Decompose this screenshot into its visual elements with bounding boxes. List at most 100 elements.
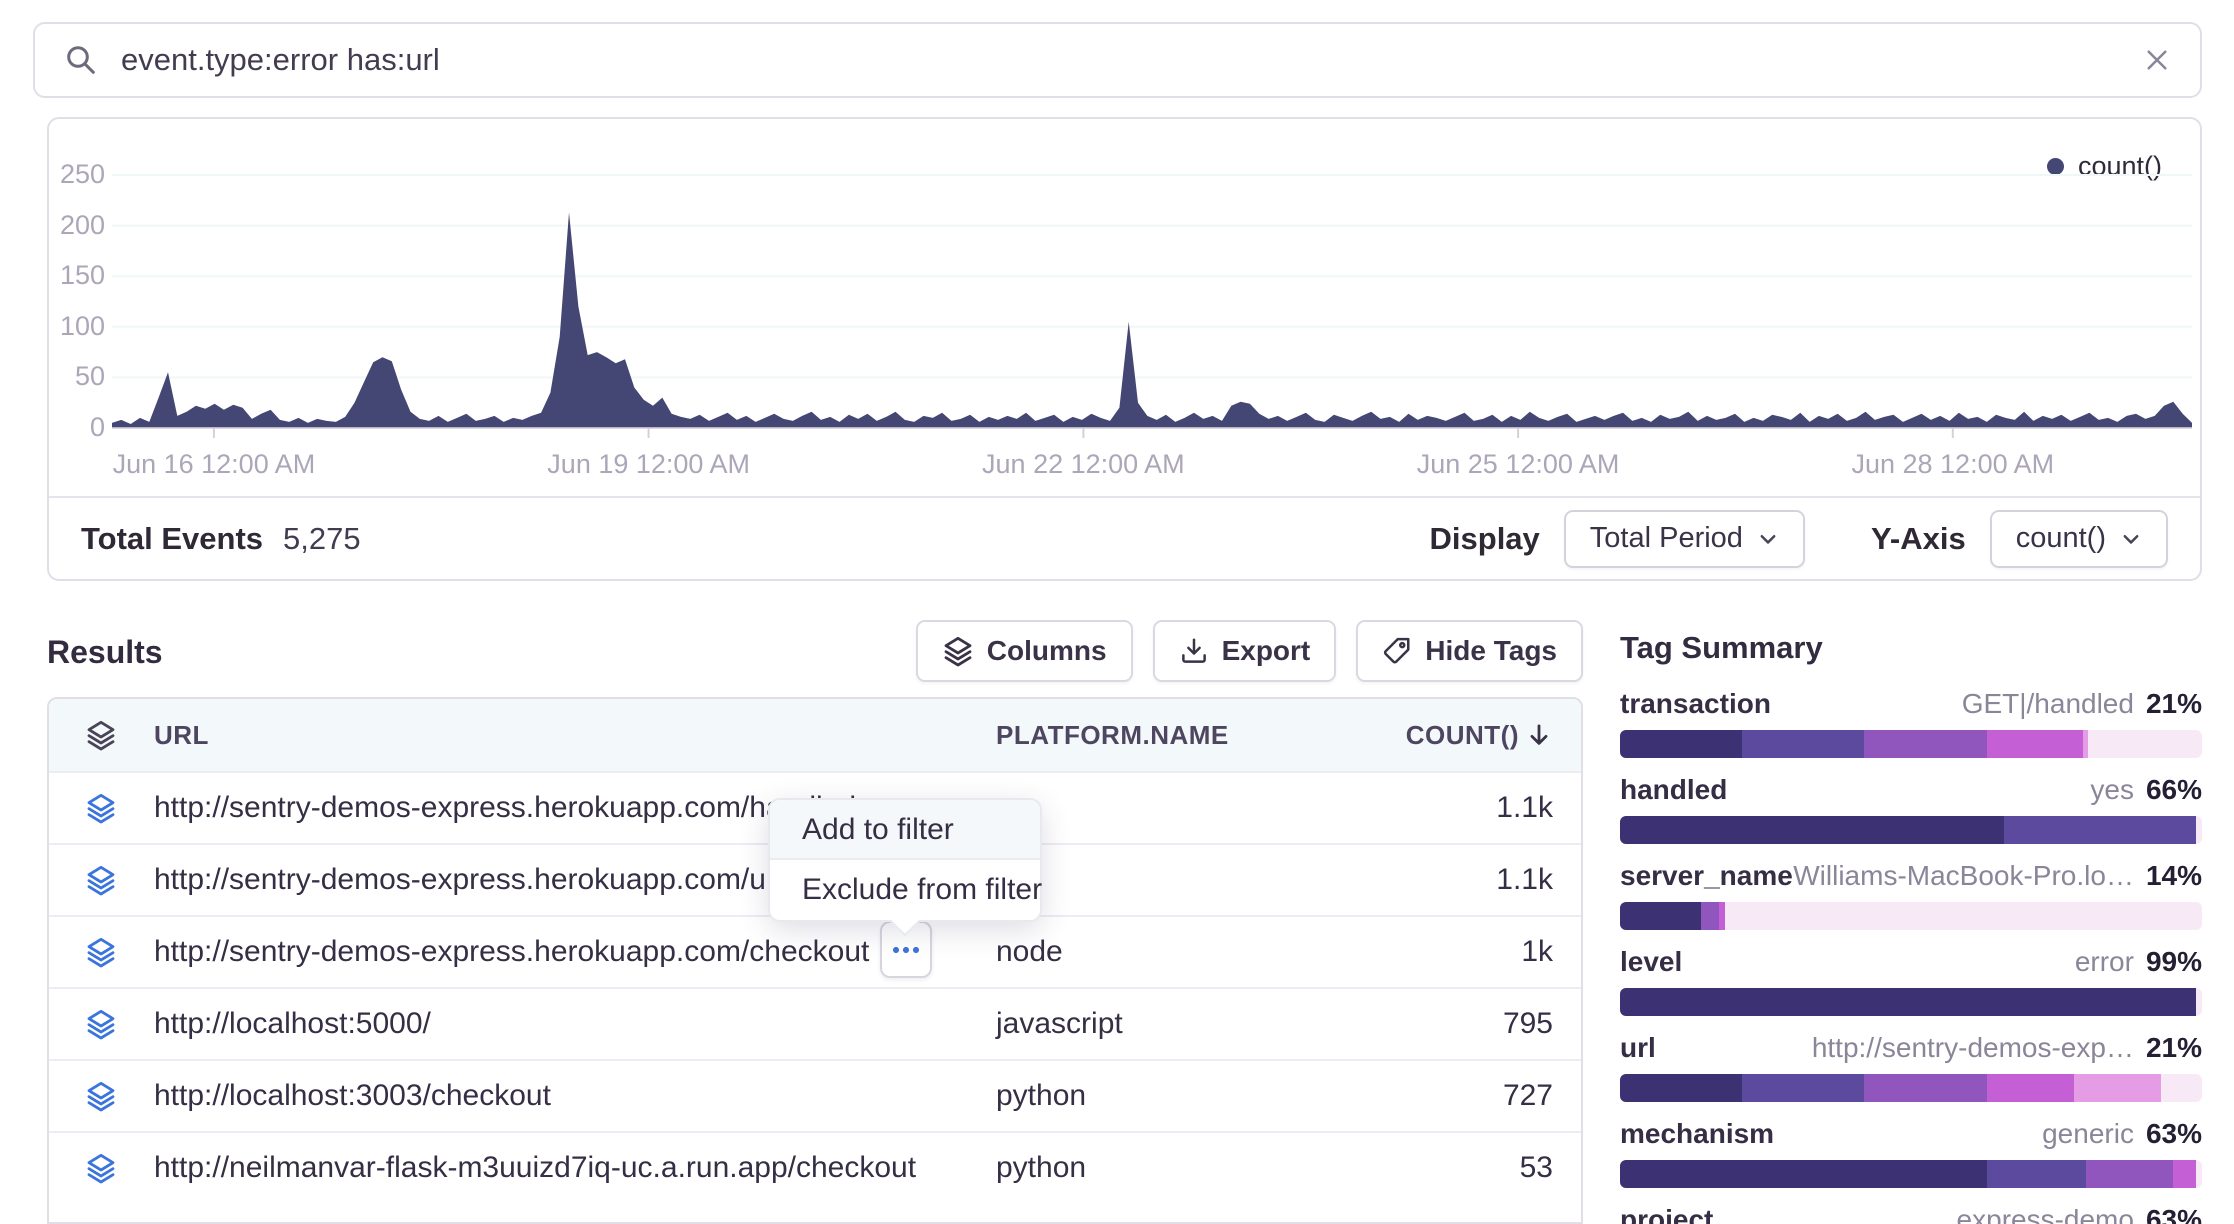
tag-bar-segment [2173, 1160, 2196, 1188]
toolbar-button-columns[interactable]: Columns [916, 620, 1133, 682]
tag-bar-segment [1864, 730, 1986, 758]
table-row[interactable]: http://sentry-demos-express.herokuapp.co… [49, 915, 1581, 987]
chart-svg [112, 162, 2192, 444]
tag-entry-header: mechanism generic 63% [1620, 1118, 2202, 1152]
column-header-platform[interactable]: PLATFORM.NAME [996, 720, 1376, 751]
cell-count[interactable]: 795 [1376, 1007, 1581, 1041]
table-row[interactable]: http://localhost:3003/checkoutpython727 [49, 1059, 1581, 1131]
table-row[interactable]: http://neilmanvar-flask-m3uuizd7iq-uc.a.… [49, 1131, 1581, 1203]
tag-name[interactable]: url [1620, 1032, 1656, 1064]
tag-top-value[interactable]: yes [2090, 774, 2134, 806]
search-bar[interactable]: event.type:error has:url [33, 22, 2202, 98]
tag-name[interactable]: server_name [1620, 860, 1793, 892]
tag-summary-title: Tag Summary [1620, 630, 2202, 666]
tag-bar-segment [2196, 1160, 2202, 1188]
y-tick-label: 100 [49, 311, 105, 342]
tag-bar-segment [2086, 1160, 2173, 1188]
toolbar-button-hide-tags[interactable]: Hide Tags [1356, 620, 1583, 682]
tag-bar-segment [1987, 1074, 2074, 1102]
tag-name[interactable]: project [1620, 1204, 1713, 1224]
yaxis-select[interactable]: count() [1990, 510, 2168, 568]
column-header-count-label: COUNT() [1406, 720, 1519, 751]
cell-url[interactable]: http://sentry-demos-express.herokuapp.co… [154, 935, 996, 969]
x-tick-label: Jun 25 12:00 AM [1417, 449, 1620, 480]
layers-icon [49, 792, 154, 824]
cell-count[interactable]: 53 [1376, 1151, 1581, 1185]
tag-distribution-bar[interactable] [1620, 730, 2202, 758]
cell-url[interactable]: http://localhost:3003/checkout [154, 1079, 996, 1113]
cell-url[interactable]: http://localhost:5000/ [154, 1007, 996, 1041]
cell-count[interactable]: 1.1k [1376, 863, 1581, 897]
display-label: Display [1430, 521, 1540, 557]
tag-name[interactable]: handled [1620, 774, 1727, 806]
tag-bar-segment [1620, 902, 1701, 930]
tag-top-value[interactable]: error [2075, 946, 2134, 978]
tag-entry-server_name: server_nameWilliams-MacBook-Pro.lo… 14% [1620, 860, 2202, 930]
y-tick-label: 50 [49, 361, 105, 392]
tag-bar-segment [2196, 816, 2202, 844]
cell-count[interactable]: 727 [1376, 1079, 1581, 1113]
cell-count[interactable]: 1k [1376, 935, 1581, 969]
sort-down-icon [1525, 721, 1553, 749]
tag-bar-segment [2196, 988, 2202, 1016]
search-icon [63, 42, 99, 78]
tag-top-value[interactable]: GET|/handled [1962, 688, 2134, 720]
tag-distribution-bar[interactable] [1620, 1160, 2202, 1188]
toolbar-button-export[interactable]: Export [1153, 620, 1337, 682]
table-row[interactable]: http://localhost:5000/javascript795 [49, 987, 1581, 1059]
x-tick-label: Jun 16 12:00 AM [113, 449, 316, 480]
chart-footer: Total Events 5,275 Display Total Period … [49, 496, 2200, 579]
cell-platform[interactable]: python [996, 1079, 1376, 1113]
tag-entry-header: server_nameWilliams-MacBook-Pro.lo… 14% [1620, 860, 2202, 894]
tag-bar-segment [1620, 988, 2196, 1016]
cell-platform[interactable]: node [996, 935, 1376, 969]
yaxis-select-value: count() [2016, 522, 2106, 555]
tag-top-value[interactable]: http://sentry-demos-exp… [1812, 1032, 2134, 1064]
tag-name[interactable]: transaction [1620, 688, 1771, 720]
tag-top-percent: 14% [2146, 860, 2202, 892]
menu-item-add-to-filter[interactable]: Add to filter [770, 800, 1040, 860]
tag-top-percent: 21% [2146, 688, 2202, 720]
tag-top-percent: 99% [2146, 946, 2202, 978]
tag-icon [1382, 636, 1412, 666]
tag-distribution-bar[interactable] [1620, 902, 2202, 930]
tag-summary-panel: Tag Summary transaction GET|/handled 21% ha… [1620, 630, 2202, 1224]
cell-actions-menu: Add to filterExclude from filter [768, 798, 1042, 922]
events-area-chart[interactable] [112, 162, 2192, 444]
tag-distribution-bar[interactable] [1620, 988, 2202, 1016]
layers-icon [49, 719, 154, 751]
display-select[interactable]: Total Period [1564, 510, 1805, 568]
clear-search-icon[interactable] [2142, 45, 2172, 75]
tag-top-value[interactable]: generic [2042, 1118, 2134, 1150]
x-tick-label: Jun 28 12:00 AM [1851, 449, 2054, 480]
download-icon [1179, 636, 1209, 666]
search-input[interactable]: event.type:error has:url [121, 42, 2142, 78]
tag-top-percent: 63% [2146, 1204, 2202, 1224]
tag-distribution-bar[interactable] [1620, 1074, 2202, 1102]
column-header-count[interactable]: COUNT() [1376, 720, 1581, 751]
tag-top-value[interactable]: Williams-MacBook-Pro.lo… [1793, 860, 2134, 892]
tag-top-value[interactable]: express-demo [1957, 1204, 2134, 1224]
cell-platform[interactable]: python [996, 1151, 1376, 1185]
chevron-down-icon [1757, 528, 1779, 550]
cell-url[interactable]: http://neilmanvar-flask-m3uuizd7iq-uc.a.… [154, 1151, 996, 1185]
tag-entry-url: urlhttp://sentry-demos-exp…21% [1620, 1032, 2202, 1102]
cell-platform[interactable]: javascript [996, 1007, 1376, 1041]
layers-icon [49, 936, 154, 968]
tag-bar-segment [1987, 1160, 2086, 1188]
y-tick-label: 150 [49, 260, 105, 291]
y-tick-label: 200 [49, 210, 105, 241]
cell-count[interactable]: 1.1k [1376, 791, 1581, 825]
tag-top-percent: 63% [2146, 1118, 2202, 1150]
tag-entry-header: handledyes66% [1620, 774, 2202, 808]
x-tick-label: Jun 19 12:00 AM [547, 449, 750, 480]
column-header-url[interactable]: URL [154, 720, 996, 751]
tag-distribution-bar[interactable] [1620, 816, 2202, 844]
tag-entry-header: urlhttp://sentry-demos-exp…21% [1620, 1032, 2202, 1066]
layers-icon [942, 635, 974, 667]
layers-icon [49, 1152, 154, 1184]
results-heading: Results [47, 634, 163, 671]
tag-name[interactable]: mechanism [1620, 1118, 1774, 1150]
tag-name[interactable]: level [1620, 946, 1682, 978]
tag-bar-segment [1742, 730, 1864, 758]
